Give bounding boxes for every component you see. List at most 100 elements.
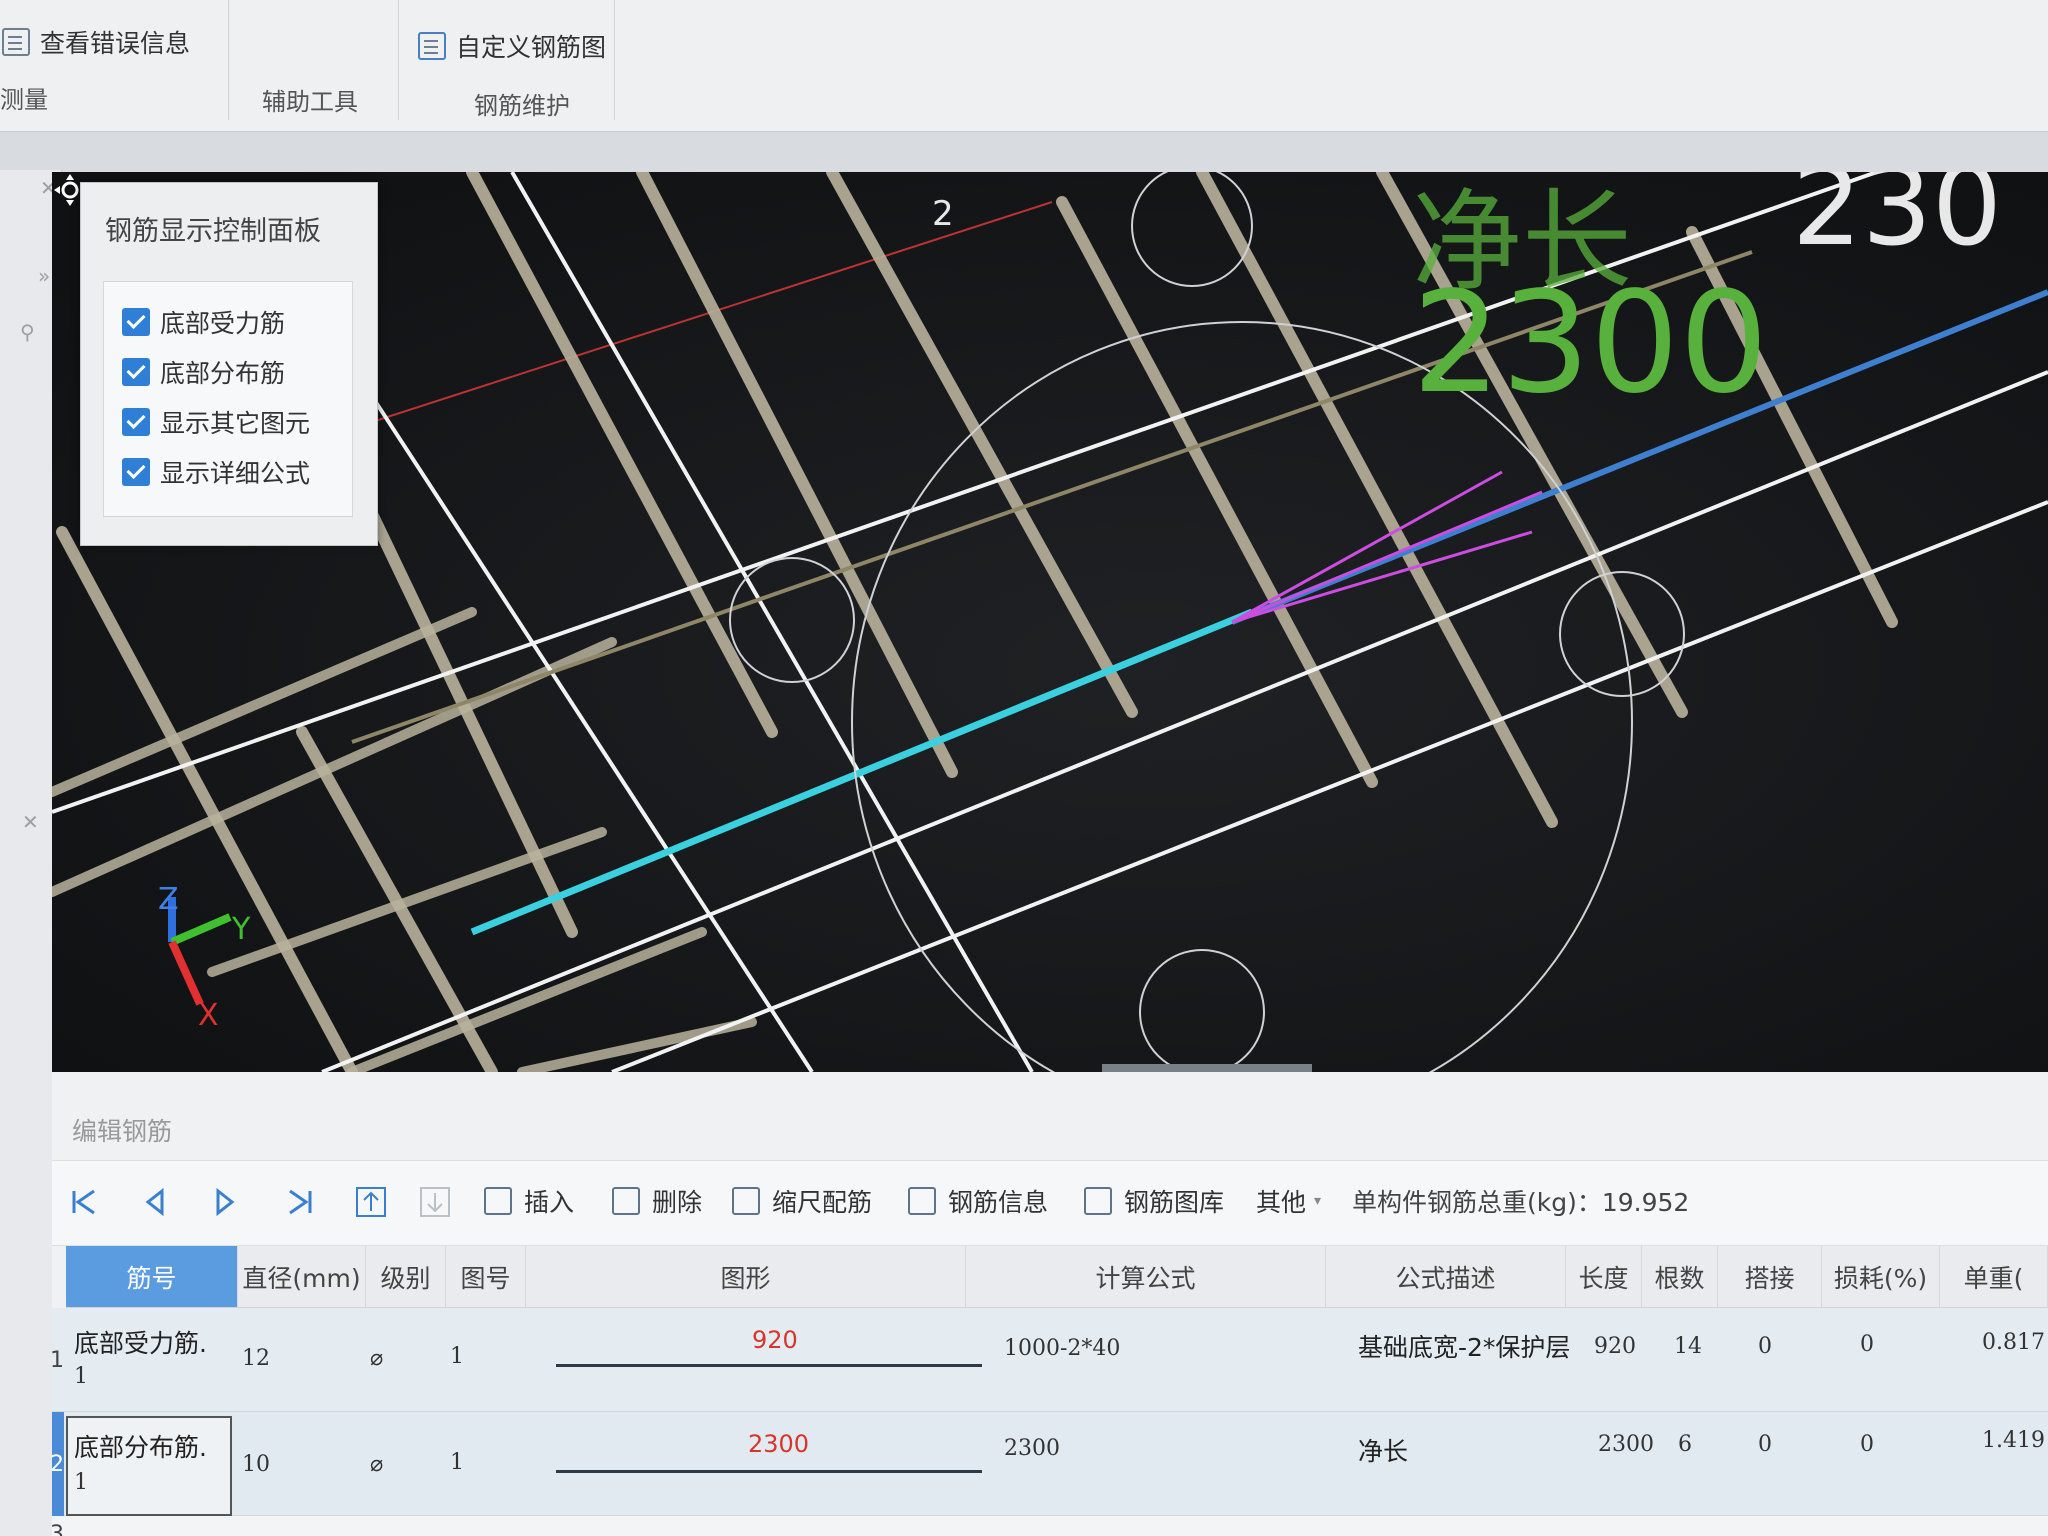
view-error-info-button[interactable]: 查看错误信息 (2, 24, 190, 60)
rebar-info-label: 钢筋信息 (948, 1188, 1049, 1217)
table-row[interactable]: 1 底部受力筋. 1 12 ⌀ 1 920 1000-2*40 基础底宽-2*保… (50, 1308, 2048, 1412)
figure-number-cell[interactable]: 1 (450, 1450, 464, 1475)
checkbox-checked-icon[interactable] (122, 408, 150, 436)
ruler-icon (732, 1187, 760, 1215)
row-number: 3 (50, 1522, 64, 1536)
column-header[interactable]: 直径(mm) (238, 1246, 366, 1308)
edit-rebar-toolbar: 插入 删除 缩尺配筋 钢筋信息 钢筋图库 其他 ▾ 单构件钢筋总重(kg)：19.… (52, 1160, 2048, 1246)
total-weight: 单构件钢筋总重(kg)：19.952 (1352, 1183, 1689, 1219)
trash-icon (612, 1187, 640, 1215)
column-header[interactable]: 筋号 (66, 1246, 238, 1308)
checkbox-checked-icon[interactable] (122, 458, 150, 486)
last-record-icon[interactable] (284, 1185, 318, 1219)
grade-cell[interactable]: ⌀ (370, 1452, 383, 1477)
shape-dimension[interactable]: 2300 (748, 1430, 809, 1458)
panel-title: 钢筋显示控制面板 (105, 216, 321, 247)
insert-button[interactable]: 插入 (484, 1183, 574, 1219)
insert-icon (484, 1187, 512, 1215)
expand-icon[interactable]: » (38, 264, 50, 288)
checkbox-label: 显示详细公式 (160, 459, 311, 488)
table-row[interactable]: 3 (50, 1516, 2048, 1536)
move-up-icon[interactable] (354, 1185, 388, 1219)
group-aux-tools-label: 辅助工具 (262, 88, 358, 116)
column-header[interactable]: 根数 (1642, 1246, 1718, 1308)
close-icon[interactable]: ✕ (22, 810, 39, 834)
checkbox-bottom-main-rebar[interactable]: 底部受力筋 (122, 304, 285, 340)
row-number: 2 (50, 1452, 64, 1477)
loss-cell[interactable]: 0 (1860, 1432, 1874, 1457)
shape-line (556, 1470, 982, 1473)
delete-button[interactable]: 删除 (612, 1183, 702, 1219)
move-down-icon[interactable] (418, 1185, 452, 1219)
rebar-name-suffix: 1 (74, 1364, 88, 1389)
row-number: 1 (50, 1348, 64, 1373)
rebar-name-suffix: 1 (74, 1470, 88, 1495)
column-header[interactable]: 级别 (366, 1246, 446, 1308)
column-header[interactable]: 长度 (1566, 1246, 1642, 1308)
count-cell[interactable]: 14 (1674, 1334, 1702, 1359)
figure-number-cell[interactable]: 1 (450, 1344, 464, 1369)
grade-cell[interactable]: ⌀ (370, 1346, 383, 1371)
column-header[interactable]: 计算公式 (966, 1246, 1326, 1308)
next-record-icon[interactable] (208, 1185, 242, 1219)
unit-weight-cell[interactable]: 0.817 (1982, 1330, 2045, 1355)
group-measure-label: 测量 (0, 86, 48, 114)
previous-record-icon[interactable] (138, 1185, 172, 1219)
edit-rebar-panel: 编辑钢筋 插入 删除 缩尺配筋 钢筋信息 钢筋图库 其他 ▾ 单构件钢筋总重(kg… (50, 1072, 2048, 1536)
pen-icon (418, 32, 446, 60)
column-header[interactable]: 单重( (1940, 1246, 2048, 1308)
scale-rebar-button[interactable]: 缩尺配筋 (732, 1183, 872, 1219)
length-cell[interactable]: 2300 (1598, 1432, 1654, 1457)
diameter-cell[interactable]: 10 (242, 1452, 270, 1477)
column-header[interactable]: 图形 (526, 1246, 966, 1308)
axis-y-label: Y (232, 912, 251, 947)
formula-cell[interactable]: 2300 (1004, 1436, 1060, 1461)
table-row[interactable]: 2 底部分布筋. 1 10 ⌀ 1 2300 2300 净长 2300 6 0 … (50, 1412, 2048, 1516)
unit-weight-cell[interactable]: 1.419 (1982, 1428, 2045, 1453)
other-label: 其他 (1256, 1188, 1307, 1217)
search-icon[interactable]: ⚲ (20, 320, 35, 344)
formula-description-cell[interactable]: 基础底宽-2*保护层 (1358, 1328, 1570, 1364)
diameter-cell[interactable]: 12 (242, 1346, 270, 1371)
checkbox-show-other-elements[interactable]: 显示其它图元 (122, 404, 310, 440)
rebar-name[interactable]: 底部受力筋. (74, 1324, 207, 1360)
checkbox-show-detailed-formula[interactable]: 显示详细公式 (122, 454, 310, 490)
count-cell[interactable]: 6 (1678, 1432, 1692, 1457)
formula-description-cell[interactable]: 净长 (1358, 1432, 1408, 1468)
rebar-library-button[interactable]: 钢筋图库 (1084, 1183, 1224, 1219)
panel-title: 编辑钢筋 (72, 1117, 173, 1146)
lap-cell[interactable]: 0 (1758, 1432, 1772, 1457)
column-header[interactable]: 搭接 (1718, 1246, 1822, 1308)
shape-dimension[interactable]: 920 (752, 1326, 798, 1354)
ribbon-divider (614, 0, 615, 120)
dimension-label-secondary: 230 (1792, 172, 2002, 270)
checkbox-label: 底部受力筋 (160, 309, 286, 338)
rebar-name[interactable]: 底部分布筋. (74, 1428, 207, 1464)
checkbox-label: 底部分布筋 (160, 359, 286, 388)
shape-line (556, 1364, 982, 1367)
ribbon-toolbar: 查看错误信息 自定义钢筋图 测量 辅助工具 钢筋维护 (0, 0, 2048, 132)
checkbox-group: 底部受力筋 底部分布筋 显示其它图元 显示详细公式 (103, 281, 353, 517)
rebar-info-button[interactable]: 钢筋信息 (908, 1183, 1048, 1219)
loss-cell[interactable]: 0 (1860, 1332, 1874, 1357)
other-dropdown[interactable]: 其他 ▾ (1256, 1183, 1321, 1219)
checkbox-bottom-distribution-rebar[interactable]: 底部分布筋 (122, 354, 285, 390)
column-header[interactable]: 图号 (446, 1246, 526, 1308)
checkbox-checked-icon[interactable] (122, 358, 150, 386)
viewport-scrollbar[interactable] (1102, 1064, 1312, 1072)
checkbox-label: 显示其它图元 (160, 409, 311, 438)
custom-rebar-drawing-label: 自定义钢筋图 (456, 33, 607, 62)
view-error-info-label: 查看错误信息 (40, 29, 191, 58)
lap-cell[interactable]: 0 (1758, 1334, 1772, 1359)
checkbox-checked-icon[interactable] (122, 308, 150, 336)
rebar-table: 筋号 直径(mm) 级别 图号 图形 计算公式 公式描述 长度 根数 搭接 损耗… (50, 1246, 2048, 1536)
column-header[interactable]: 公式描述 (1326, 1246, 1566, 1308)
insert-label: 插入 (524, 1188, 575, 1217)
ribbon-divider (228, 0, 229, 120)
column-header[interactable]: 损耗(%) (1822, 1246, 1940, 1308)
list-icon (2, 28, 30, 56)
first-record-icon[interactable] (66, 1185, 100, 1219)
length-cell[interactable]: 920 (1594, 1334, 1636, 1359)
custom-rebar-drawing-button[interactable]: 自定义钢筋图 (418, 28, 606, 64)
formula-cell[interactable]: 1000-2*40 (1004, 1336, 1120, 1361)
